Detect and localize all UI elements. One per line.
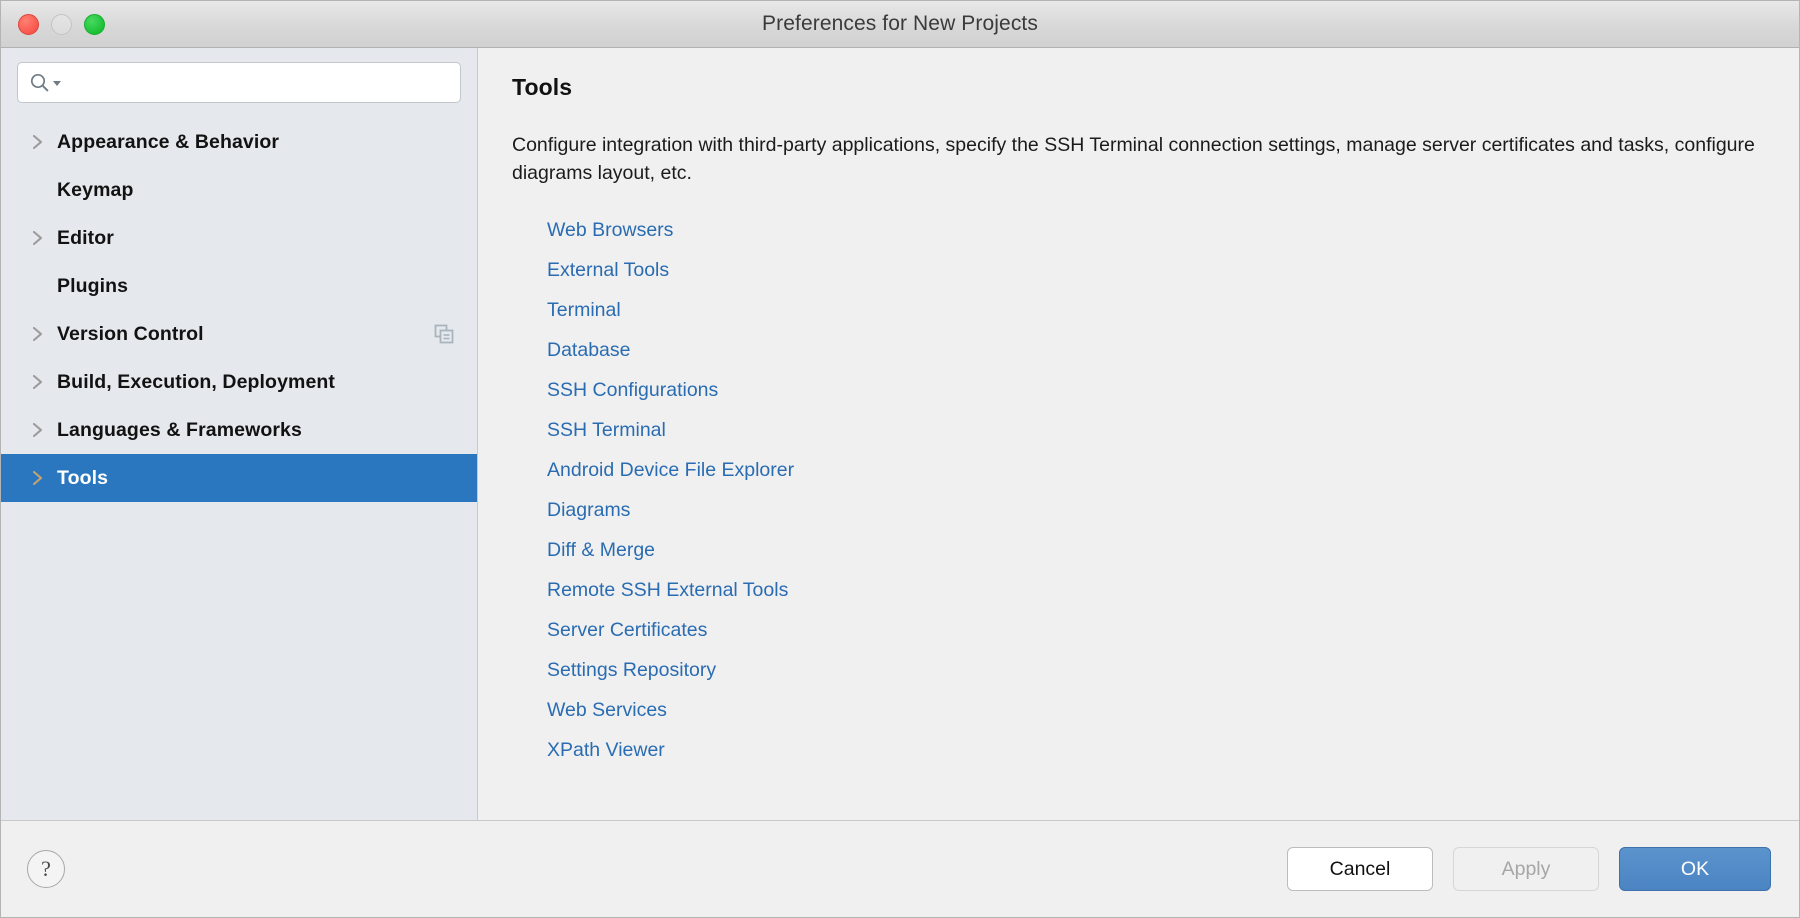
search-icon: [29, 72, 62, 94]
chevron-right-icon[interactable]: [31, 324, 57, 344]
sidebar-item-label: Keymap: [57, 179, 133, 202]
copy-icon[interactable]: [433, 323, 455, 345]
sidebar-item-label: Version Control: [57, 323, 204, 346]
sidebar-item-label: Tools: [57, 467, 108, 490]
tool-link[interactable]: Remote SSH External Tools: [547, 570, 788, 610]
sidebar-item-languages-frameworks[interactable]: Languages & Frameworks: [1, 406, 477, 454]
tool-link[interactable]: Terminal: [547, 290, 621, 330]
tool-link[interactable]: Web Browsers: [547, 210, 673, 250]
title-bar: Preferences for New Projects: [1, 1, 1799, 48]
dialog-footer: ? Cancel Apply OK: [1, 821, 1799, 917]
tools-link-list: Web BrowsersExternal ToolsTerminalDataba…: [512, 210, 1765, 770]
tool-link[interactable]: Database: [547, 330, 630, 370]
settings-tree: Appearance & Behavior Keymap Editor Plugins…: [1, 114, 477, 820]
cancel-button[interactable]: Cancel: [1287, 847, 1433, 891]
sidebar-item-label: Build, Execution, Deployment: [57, 371, 335, 394]
minimize-button-icon[interactable]: [51, 14, 72, 35]
tool-link[interactable]: XPath Viewer: [547, 730, 665, 770]
ok-button[interactable]: OK: [1619, 847, 1771, 891]
tool-link[interactable]: Settings Repository: [547, 650, 716, 690]
preferences-window: Preferences for New Projects: [0, 0, 1800, 918]
chevron-down-icon: [52, 78, 62, 88]
page-title: Tools: [512, 74, 1765, 101]
close-button-icon[interactable]: [18, 14, 39, 35]
chevron-right-icon[interactable]: [31, 132, 57, 152]
zoom-button-icon[interactable]: [84, 14, 105, 35]
window-title: Preferences for New Projects: [762, 12, 1038, 36]
sidebar-item-appearance-behavior[interactable]: Appearance & Behavior: [1, 118, 477, 166]
chevron-right-icon[interactable]: [31, 420, 57, 440]
sidebar-item-tools[interactable]: Tools: [1, 454, 477, 502]
tool-link[interactable]: Web Services: [547, 690, 667, 730]
settings-detail-panel: Tools Configure integration with third-p…: [478, 48, 1799, 820]
tool-link[interactable]: Diff & Merge: [547, 530, 655, 570]
tool-link[interactable]: Android Device File Explorer: [547, 450, 794, 490]
tool-link[interactable]: SSH Terminal: [547, 410, 666, 450]
chevron-right-icon[interactable]: [31, 468, 57, 488]
sidebar-item-label: Appearance & Behavior: [57, 131, 279, 154]
tool-link[interactable]: Server Certificates: [547, 610, 707, 650]
search-box[interactable]: [17, 62, 461, 103]
apply-button: Apply: [1453, 847, 1599, 891]
tool-link[interactable]: Diagrams: [547, 490, 630, 530]
settings-sidebar: Appearance & Behavior Keymap Editor Plugins…: [1, 48, 478, 820]
sidebar-item-label: Plugins: [57, 275, 128, 298]
tool-link[interactable]: External Tools: [547, 250, 669, 290]
window-controls: [18, 1, 105, 47]
sidebar-item-label: Languages & Frameworks: [57, 419, 302, 442]
sidebar-item-keymap[interactable]: Keymap: [1, 166, 477, 214]
page-description: Configure integration with third-party a…: [512, 131, 1762, 188]
search-container: [1, 48, 477, 114]
sidebar-item-build-execution-deployment[interactable]: Build, Execution, Deployment: [1, 358, 477, 406]
sidebar-item-label: Editor: [57, 227, 114, 250]
sidebar-item-plugins[interactable]: Plugins: [1, 262, 477, 310]
sidebar-item-editor[interactable]: Editor: [1, 214, 477, 262]
dialog-body: Appearance & Behavior Keymap Editor Plugins…: [1, 48, 1799, 821]
tool-link[interactable]: SSH Configurations: [547, 370, 718, 410]
help-button[interactable]: ?: [27, 850, 65, 888]
sidebar-item-version-control[interactable]: Version Control: [1, 310, 477, 358]
chevron-right-icon[interactable]: [31, 372, 57, 392]
chevron-right-icon[interactable]: [31, 228, 57, 248]
search-input[interactable]: [62, 63, 460, 102]
